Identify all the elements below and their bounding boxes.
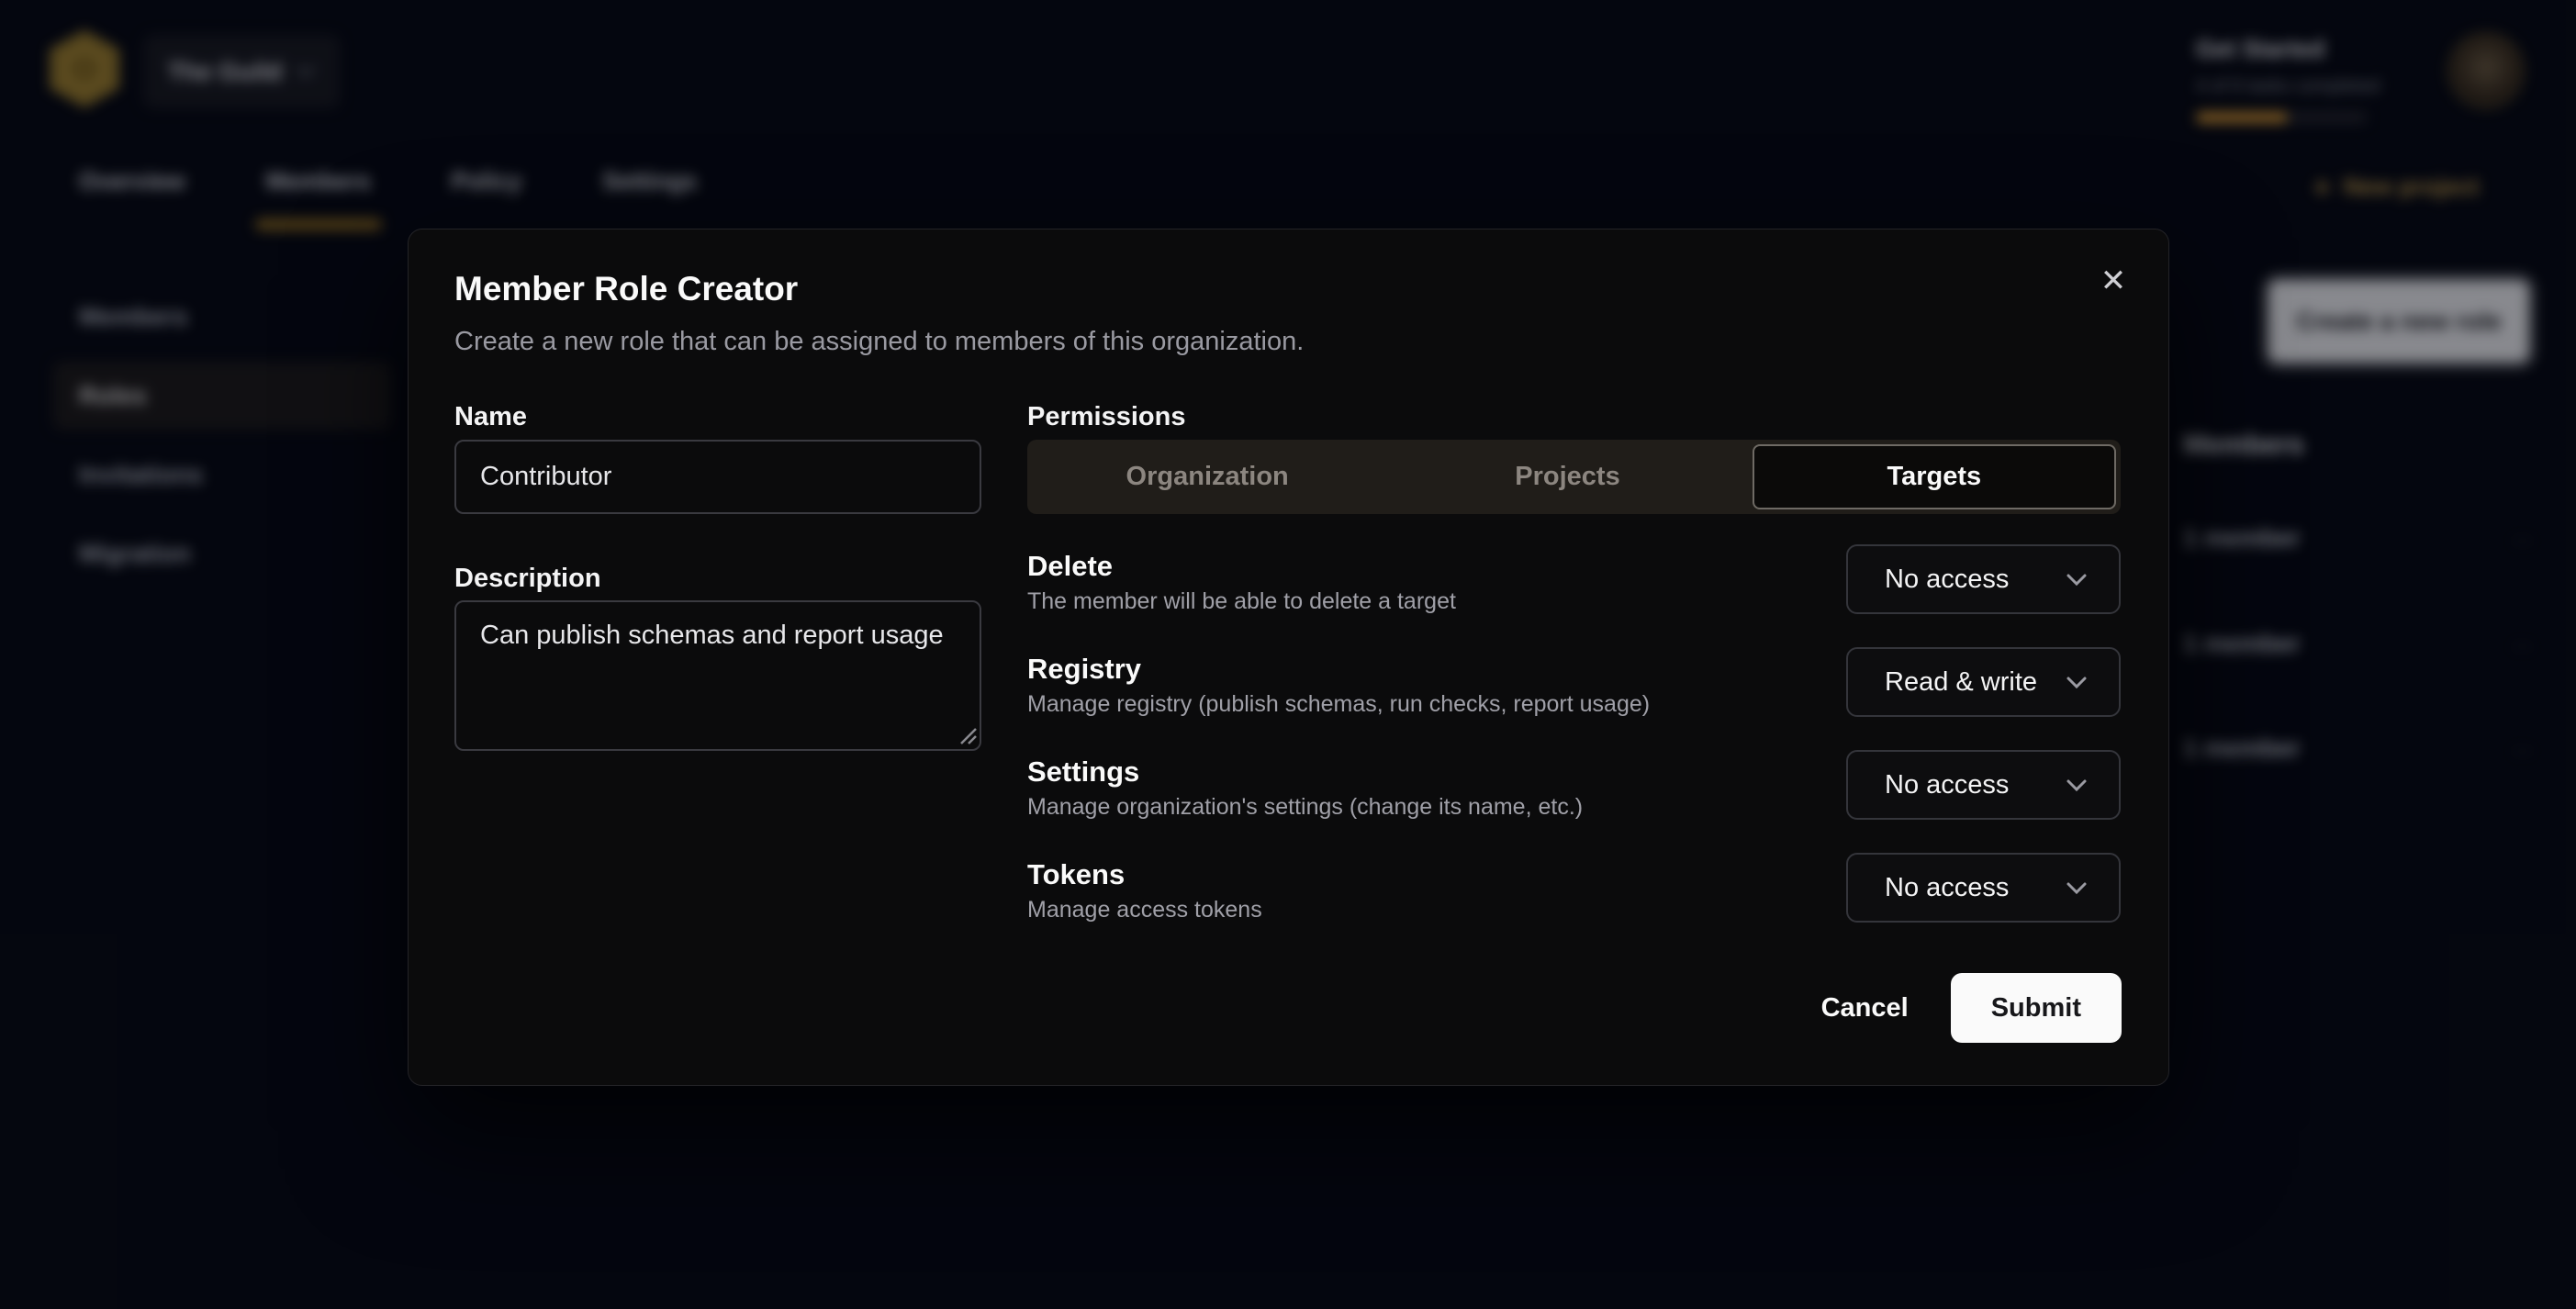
permission-title: Registry — [1027, 653, 1141, 686]
settings-access-select[interactable]: No access — [1846, 750, 2121, 820]
permission-description: Manage registry (publish schemas, run ch… — [1027, 691, 1650, 718]
dialog-subtitle: Create a new role that can be assigned t… — [454, 327, 1304, 357]
close-icon[interactable]: ✕ — [2095, 263, 2132, 299]
permissions-label: Permissions — [1027, 402, 1185, 432]
cancel-button[interactable]: Cancel — [1821, 993, 1909, 1024]
resize-handle-icon[interactable] — [958, 725, 978, 745]
permission-row-tokens: Tokens Manage access tokens No access — [1027, 856, 2121, 926]
submit-button[interactable]: Submit — [1951, 973, 2122, 1043]
select-value: No access — [1848, 565, 2066, 595]
permission-title: Settings — [1027, 755, 1139, 789]
select-value: Read & write — [1848, 667, 2066, 698]
chevron-down-icon — [2066, 881, 2088, 895]
permission-description: Manage access tokens — [1027, 897, 1262, 923]
role-name-input[interactable] — [454, 440, 981, 514]
app-screen: The Guild Get Started 4 of 8 tasks compl… — [0, 0, 2576, 1309]
delete-access-select[interactable]: No access — [1846, 544, 2121, 614]
description-label: Description — [454, 564, 601, 594]
permissions-tabs: Organization Projects Targets — [1027, 440, 2121, 514]
permission-description: The member will be able to delete a targ… — [1027, 588, 1456, 615]
member-role-creator-dialog: ✕ Member Role Creator Create a new role … — [408, 229, 2169, 1086]
tab-organization[interactable]: Organization — [1027, 440, 1387, 514]
chevron-down-icon — [2066, 573, 2088, 587]
tokens-access-select[interactable]: No access — [1846, 853, 2121, 923]
permission-title: Delete — [1027, 550, 1113, 583]
registry-access-select[interactable]: Read & write — [1846, 647, 2121, 717]
chevron-down-icon — [2066, 676, 2088, 689]
dialog-title: Member Role Creator — [454, 270, 798, 308]
select-value: No access — [1848, 873, 2066, 903]
permission-row-registry: Registry Manage registry (publish schema… — [1027, 651, 2121, 721]
permission-title: Tokens — [1027, 858, 1125, 891]
chevron-down-icon — [2066, 778, 2088, 792]
name-label: Name — [454, 402, 527, 432]
role-description-textarea[interactable]: Can publish schemas and report usage — [454, 600, 981, 751]
tab-targets[interactable]: Targets — [1753, 444, 2116, 509]
tab-projects[interactable]: Projects — [1387, 440, 1747, 514]
select-value: No access — [1848, 770, 2066, 800]
permission-description: Manage organization's settings (change i… — [1027, 794, 1583, 821]
permission-row-settings: Settings Manage organization's settings … — [1027, 754, 2121, 823]
dialog-footer: Cancel Submit — [1821, 973, 2122, 1043]
permission-row-delete: Delete The member will be able to delete… — [1027, 548, 2121, 618]
